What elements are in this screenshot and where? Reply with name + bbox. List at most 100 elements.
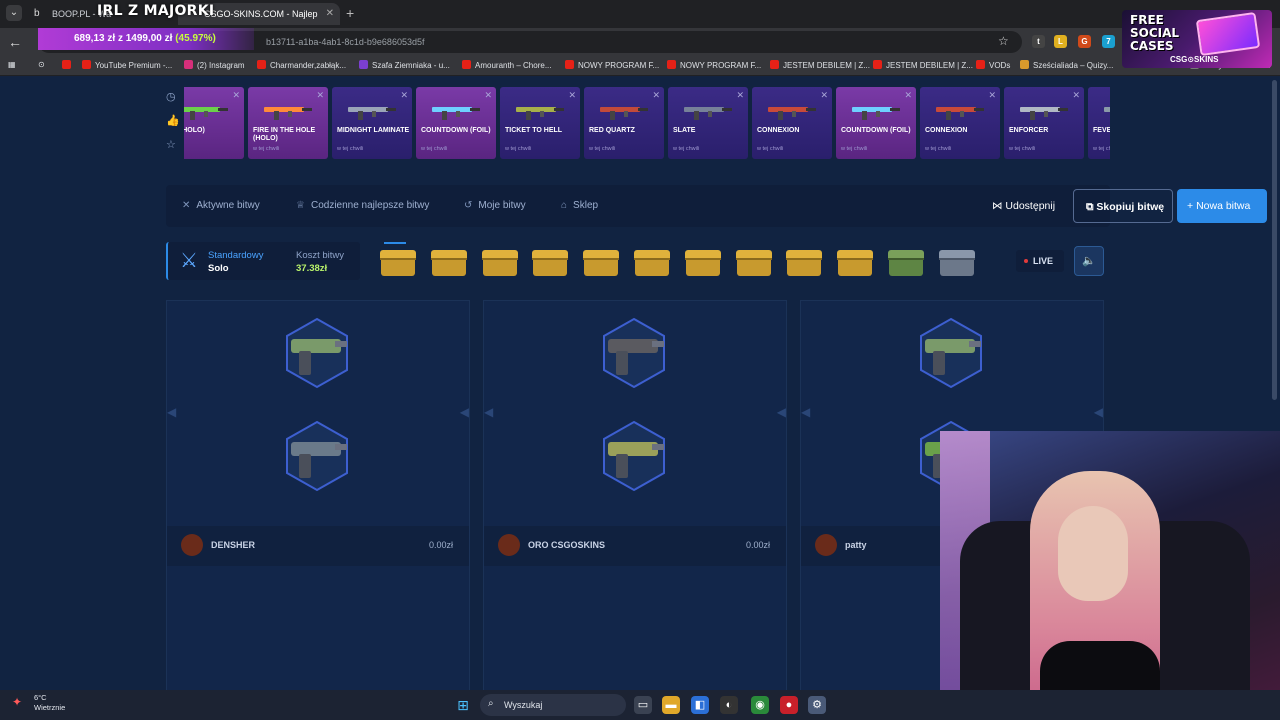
crossed-swords-icon: ⚔ (180, 250, 198, 272)
battle-case[interactable] (430, 250, 467, 276)
drop-card[interactable]: ✕ ENFORCER w tej chwili (1004, 87, 1084, 159)
task-view-icon[interactable]: ▭ (634, 696, 652, 714)
chevron-right-icon: ◀ (459, 405, 469, 419)
battle-menu: ✕ Aktywne bitwy ♕ Codzienne najlepsze bitw… (166, 185, 1267, 227)
bookmark-item[interactable]: JESTEM DEBILEM | Z... (873, 60, 973, 70)
bookmark-youtube-icon[interactable] (62, 60, 75, 70)
drop-time: w tej chwili (589, 146, 616, 152)
thumbs-up-icon[interactable]: 👍 (166, 114, 180, 138)
battle-case[interactable] (837, 250, 874, 276)
drop-card[interactable]: ✕ AY (HOLO) (184, 87, 244, 159)
battle-case[interactable] (380, 250, 416, 276)
case-lid (481, 250, 518, 260)
menu-active-battles[interactable]: ✕ Aktywne bitwy (182, 200, 260, 211)
extension-icon[interactable]: G (1078, 35, 1091, 48)
player-column: ◀ ◀ DENSHER 0.00zł (166, 300, 470, 700)
tab-search-menu-icon[interactable]: ⌄ (6, 5, 22, 21)
back-arrow-icon[interactable]: ← (8, 34, 22, 50)
bookmark-item[interactable]: NOWY PROGRAM F... (667, 60, 761, 70)
star-icon[interactable]: ☆ (166, 138, 180, 162)
sound-toggle-button[interactable]: 🔈 (1074, 246, 1104, 276)
clock-icon[interactable]: ◷ (166, 90, 180, 114)
battle-case[interactable] (735, 250, 772, 276)
bookmark-item[interactable]: VODs (976, 60, 1010, 70)
copy-battle-button[interactable]: ⧉ Skopiuj bitwę (1073, 189, 1173, 223)
drop-card[interactable]: ✕ COUNTDOWN (FOIL) w tej chwili (416, 87, 496, 159)
file-explorer-icon[interactable]: ▬ (662, 696, 680, 714)
share-button[interactable]: ⋈ Udostępnij (992, 200, 1055, 212)
active-case-indicator (384, 242, 406, 244)
streamer-webcam (940, 431, 1280, 720)
drop-type-icon: ✕ (316, 90, 324, 100)
drop-time: w tej chwili (1093, 146, 1110, 152)
bookmark-item[interactable]: YouTube Premium -... (82, 60, 172, 70)
drop-card[interactable]: ✕ FIRE IN THE HOLE (HOLO) w tej chwili (248, 87, 328, 159)
bookmark-item[interactable]: Szafa Ziemniaka - u... (359, 60, 450, 70)
battle-case[interactable] (583, 250, 620, 276)
extension-icon[interactable]: L (1054, 35, 1067, 48)
battle-case[interactable] (938, 250, 975, 276)
bookmark-item[interactable]: Charmander,zabłąk... (257, 60, 346, 70)
drop-card[interactable]: ✕ CONNEXION w tej chwili (920, 87, 1000, 159)
settings-gear-icon[interactable]: ⚙ (808, 696, 826, 714)
bookmark-star-icon[interactable]: ☆ (998, 34, 1009, 48)
skin-image (684, 107, 732, 120)
item-slot (285, 317, 349, 389)
bookmark-item[interactable]: (2) Instagram (184, 60, 245, 70)
drop-card[interactable]: ✕ RED QUARTZ w tej chwili (584, 87, 664, 159)
battle-case[interactable] (786, 250, 823, 276)
skin-image (600, 107, 648, 120)
chevron-left-icon: ◀ (167, 405, 177, 419)
battle-case[interactable] (684, 250, 721, 276)
battle-case[interactable] (634, 250, 670, 276)
extension-icon[interactable]: 7 (1102, 35, 1115, 48)
stream-title-overlay: IRL Z MAJORKI (97, 3, 215, 19)
case-lid (380, 250, 416, 260)
bookmarks-bar: ▦ ⊙ YouTube Premium -... (2) Instagram C… (0, 56, 1280, 76)
plus-icon: + (1187, 200, 1194, 212)
drop-card[interactable]: ✕ SLATE w tej chwili (668, 87, 748, 159)
store-icon[interactable]: ◧ (691, 696, 709, 714)
battle-mode-panel: ⚔ Standardowy Solo Koszt bitwy 37.38zł (166, 242, 360, 280)
app-icon[interactable]: ◐ (720, 696, 738, 714)
bookmark-item[interactable]: Amouranth – Chore... (462, 60, 551, 70)
drop-card[interactable]: ✕ MIDNIGHT LAMINATE w tej chwili (332, 87, 412, 159)
drop-card[interactable]: ✕FEVER DRw tej chwili (1088, 87, 1110, 159)
drop-card[interactable]: ✕ COUNTDOWN (FOIL) w tej chwili (836, 87, 916, 159)
extension-icon[interactable]: t (1032, 35, 1045, 48)
tab-close-icon[interactable]: ✕ (326, 8, 334, 19)
drop-skin-name: SLATE (673, 127, 696, 134)
bookmark-icon[interactable]: ⊙ (38, 60, 45, 69)
taskbar-search[interactable]: ⌕ Wyszukaj (480, 694, 626, 716)
skin-image (264, 107, 312, 120)
chevron-left-icon: ◀ (801, 405, 811, 419)
bookmark-item[interactable]: NOWY PROGRAM F... (565, 60, 659, 70)
live-badge: LIVE (1016, 250, 1064, 272)
battle-case[interactable] (532, 250, 569, 276)
battle-case[interactable] (888, 250, 924, 276)
bookmark-item[interactable]: Sześcialiada – Quizy... (1020, 60, 1113, 70)
drop-skin-name: MIDNIGHT LAMINATE (337, 127, 410, 134)
new-tab-icon[interactable]: + (346, 5, 354, 21)
page-scrollbar[interactable] (1272, 80, 1277, 400)
drop-type-icon: ✕ (904, 90, 912, 100)
menu-my-battles[interactable]: ↺ Moje bitwy (464, 200, 526, 211)
chrome-icon[interactable]: ◉ (751, 696, 769, 714)
windows-start-icon[interactable]: ⊞ (454, 696, 472, 714)
menu-shop[interactable]: ⌂ Sklep (561, 200, 598, 211)
bookmark-item[interactable]: JESTEM DEBILEM | Z... (770, 60, 870, 70)
goal-current: 689,13 zł (74, 33, 116, 44)
weather-widget[interactable]: ✦ 6°C Wietrznie (12, 693, 65, 713)
new-battle-button[interactable]: + Nowa bitwa (1177, 189, 1267, 223)
apps-grid-icon[interactable]: ▦ (8, 60, 16, 69)
drop-skin-name: CONNEXION (757, 127, 800, 134)
drop-type-icon: ✕ (652, 90, 660, 100)
drop-time: w tej chwili (925, 146, 952, 152)
drop-card[interactable]: ✕ TICKET TO HELL w tej chwili (500, 87, 580, 159)
drop-card[interactable]: ✕ CONNEXION w tej chwili (752, 87, 832, 159)
search-icon: ⌕ (488, 698, 494, 709)
app-icon[interactable]: ● (780, 696, 798, 714)
battle-case[interactable] (481, 250, 518, 276)
menu-daily-best[interactable]: ♕ Codzienne najlepsze bitwy (296, 200, 429, 211)
chevron-right-icon: ◀ (1093, 405, 1103, 419)
